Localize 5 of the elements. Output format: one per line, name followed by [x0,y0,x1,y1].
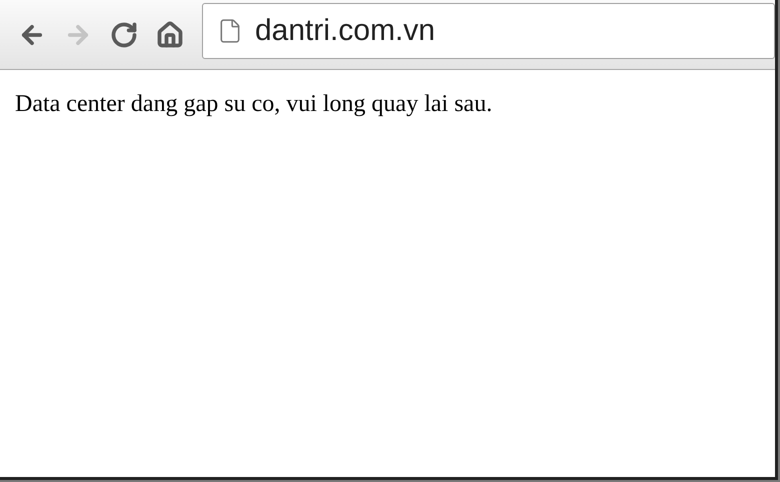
home-icon [156,20,184,48]
reload-icon [110,20,138,48]
address-bar[interactable]: dantri.com.vn [202,2,775,58]
url-text: dantri.com.vn [255,13,436,49]
page-message: Data center dang gap su co, vui long quay lai sau. [15,92,494,116]
